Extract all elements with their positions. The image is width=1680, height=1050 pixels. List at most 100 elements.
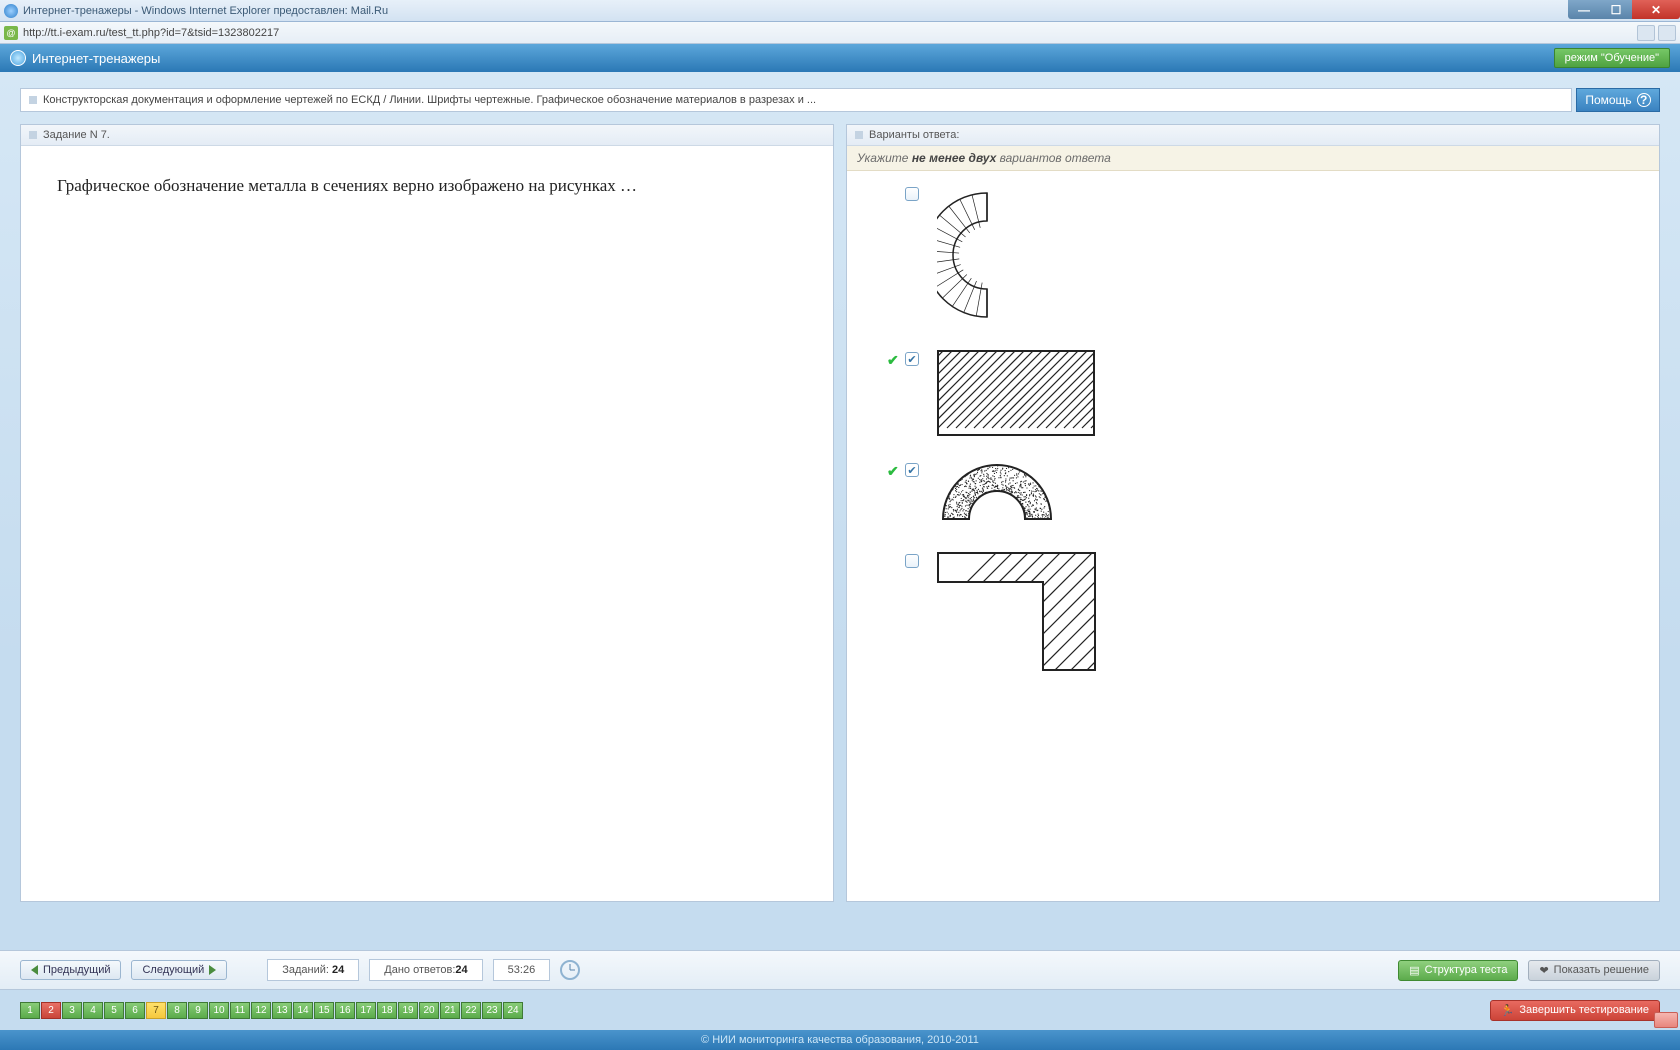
answer-image-4 — [937, 552, 1097, 675]
question-text: Графическое обозначение металла в сечени… — [21, 146, 833, 226]
pager-item-2[interactable]: 2 — [41, 1002, 61, 1019]
structure-label: Структура теста — [1425, 964, 1508, 976]
main-area: Конструкторская документация и оформлени… — [0, 72, 1680, 1050]
pager-item-22[interactable]: 22 — [461, 1002, 481, 1019]
pager-item-6[interactable]: 6 — [125, 1002, 145, 1019]
pager-item-17[interactable]: 17 — [356, 1002, 376, 1019]
app-title: Интернет-тренажеры — [32, 51, 160, 66]
pager-item-14[interactable]: 14 — [293, 1002, 313, 1019]
hint-suffix: вариантов ответа — [996, 151, 1111, 165]
window-maximize-button[interactable]: ☐ — [1600, 0, 1632, 19]
question-number: Задание N 7. — [43, 129, 110, 141]
finish-label: Завершить тестирование — [1519, 1004, 1649, 1016]
question-panel-header: Задание N 7. — [21, 125, 833, 146]
window-close-button[interactable]: ✕ — [1632, 0, 1680, 19]
addr-btn-1[interactable] — [1637, 25, 1655, 41]
pager-item-18[interactable]: 18 — [377, 1002, 397, 1019]
hint-bold: не менее двух — [912, 151, 996, 165]
square-icon — [29, 96, 37, 104]
correct-tick-icon: ✔ — [887, 352, 901, 366]
answers-hint: Укажите не менее двух вариантов ответа — [847, 146, 1659, 171]
ie-icon — [4, 4, 18, 18]
answer-option-4 — [887, 552, 1639, 675]
prev-button[interactable]: Предыдущий — [20, 960, 121, 980]
answered-label: Дано ответов: — [384, 964, 455, 976]
hint-prefix: Укажите — [857, 151, 912, 165]
pager: 123456789101112131415161718192021222324 — [20, 1002, 523, 1019]
solution-label: Показать решение — [1554, 964, 1649, 976]
pager-item-7[interactable]: 7 — [146, 1002, 166, 1019]
pager-item-23[interactable]: 23 — [482, 1002, 502, 1019]
next-button[interactable]: Следующий — [131, 960, 227, 980]
window-title: Интернет-тренажеры - Windows Internet Ex… — [23, 5, 388, 17]
square-icon — [855, 131, 863, 139]
pager-item-13[interactable]: 13 — [272, 1002, 292, 1019]
answer-checkbox-4[interactable] — [905, 554, 919, 568]
triangle-left-icon — [31, 965, 38, 975]
show-solution-button[interactable]: ❤ Показать решение — [1528, 960, 1660, 981]
answer-image-1 — [937, 185, 1037, 328]
answers-header-text: Варианты ответа: — [869, 129, 959, 141]
favicon-icon: @ — [4, 26, 18, 40]
mode-badge: режим "Обучение" — [1554, 48, 1670, 68]
pager-item-19[interactable]: 19 — [398, 1002, 418, 1019]
breadcrumb: Конструкторская документация и оформлени… — [20, 88, 1572, 112]
pager-item-10[interactable]: 10 — [209, 1002, 229, 1019]
pager-item-1[interactable]: 1 — [20, 1002, 40, 1019]
finish-test-button[interactable]: 🏃 Завершить тестирование — [1490, 1000, 1660, 1021]
addr-btn-2[interactable] — [1658, 25, 1676, 41]
timer-box: 53:26 — [493, 959, 551, 981]
pager-item-9[interactable]: 9 — [188, 1002, 208, 1019]
keyboard-indicator[interactable] — [1654, 1012, 1678, 1028]
pager-item-5[interactable]: 5 — [104, 1002, 124, 1019]
address-bar: @ http://tt.i-exam.ru/test_tt.php?id=7&t… — [0, 22, 1680, 44]
pager-item-12[interactable]: 12 — [251, 1002, 271, 1019]
window-titlebar: Интернет-тренажеры - Windows Internet Ex… — [0, 0, 1680, 22]
square-icon — [29, 131, 37, 139]
correct-tick-icon: ✔ — [887, 463, 901, 477]
answer-image-2 — [937, 350, 1095, 439]
pager-item-8[interactable]: 8 — [167, 1002, 187, 1019]
answer-option-2: ✔✔ — [887, 350, 1639, 439]
app-header: Интернет-тренажеры режим "Обучение" — [0, 44, 1680, 72]
test-structure-button[interactable]: ▤ Структура теста — [1398, 960, 1518, 981]
runner-icon: 🏃 — [1501, 1004, 1515, 1017]
answers-panel-header: Варианты ответа: — [847, 125, 1659, 146]
pager-item-15[interactable]: 15 — [314, 1002, 334, 1019]
pager-item-21[interactable]: 21 — [440, 1002, 460, 1019]
triangle-right-icon — [209, 965, 216, 975]
list-icon: ▤ — [1409, 964, 1419, 977]
pager-item-4[interactable]: 4 — [83, 1002, 103, 1019]
tasks-label: Заданий: — [282, 964, 332, 976]
pager-item-16[interactable]: 16 — [335, 1002, 355, 1019]
prev-label: Предыдущий — [43, 964, 110, 976]
pager-item-20[interactable]: 20 — [419, 1002, 439, 1019]
breadcrumb-text: Конструкторская документация и оформлени… — [43, 94, 816, 106]
heart-icon: ❤ — [1539, 964, 1548, 977]
tasks-count: 24 — [332, 964, 344, 976]
answer-option-3: ✔✔ — [887, 461, 1639, 530]
help-button[interactable]: Помощь ? — [1576, 88, 1660, 112]
url-text[interactable]: http://tt.i-exam.ru/test_tt.php?id=7&tsi… — [23, 27, 279, 39]
footer: © НИИ мониторинга качества образования, … — [0, 1030, 1680, 1050]
next-label: Следующий — [142, 964, 204, 976]
help-label: Помощь — [1585, 93, 1631, 107]
pager-item-3[interactable]: 3 — [62, 1002, 82, 1019]
clock-icon — [560, 960, 580, 980]
answer-checkbox-2[interactable]: ✔ — [905, 352, 919, 366]
answer-image-3 — [937, 461, 1057, 530]
globe-icon — [10, 50, 26, 66]
answered-count-box: Дано ответов:24 — [369, 959, 482, 981]
pager-item-11[interactable]: 11 — [230, 1002, 250, 1019]
pager-row: 123456789101112131415161718192021222324 … — [0, 990, 1680, 1030]
answers-panel: Варианты ответа: Укажите не менее двух в… — [846, 124, 1660, 902]
pager-item-24[interactable]: 24 — [503, 1002, 523, 1019]
answer-checkbox-3[interactable]: ✔ — [905, 463, 919, 477]
answered-count: 24 — [455, 964, 467, 976]
question-mark-icon: ? — [1637, 93, 1651, 107]
answer-checkbox-1[interactable] — [905, 187, 919, 201]
answer-option-1 — [887, 185, 1639, 328]
nav-bar: Предыдущий Следующий Заданий: 24 Дано от… — [0, 950, 1680, 990]
window-minimize-button[interactable]: — — [1568, 0, 1600, 19]
question-panel: Задание N 7. Графическое обозначение мет… — [20, 124, 834, 902]
